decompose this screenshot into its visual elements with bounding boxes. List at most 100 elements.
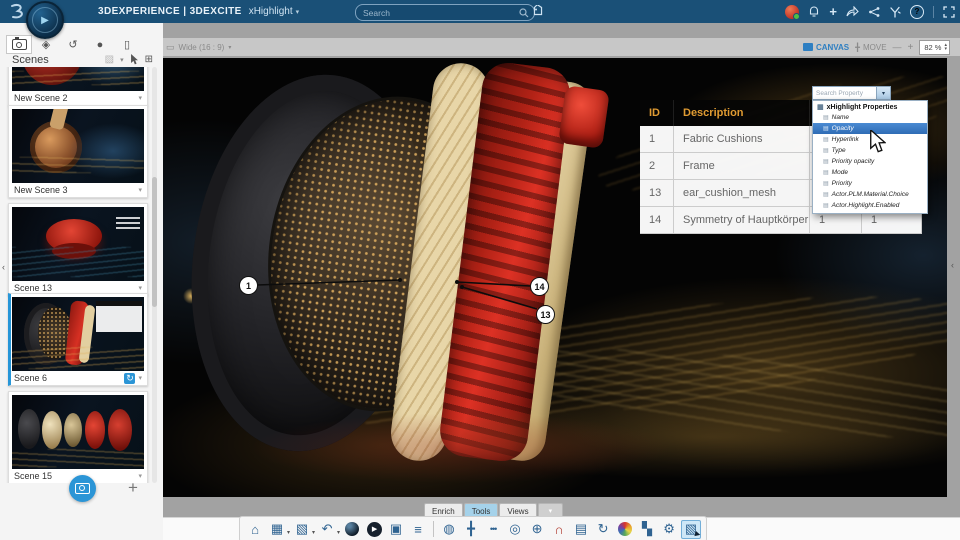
color-wheel-button[interactable] [615,520,635,539]
callout-hotspot[interactable]: 13 [536,305,555,324]
search-icon[interactable] [519,7,529,18]
scene-card-selected[interactable]: Scene 6 ↻ ▾ [8,293,148,386]
swym-community-icon[interactable] [889,6,901,18]
scene-label-row[interactable]: New Scene 2 ▾ [12,91,144,105]
grid-view-icon[interactable]: ⊞ [145,54,153,65]
list-properties-button[interactable]: ≡ [408,520,428,539]
help-icon[interactable]: ? [910,4,924,19]
undo-button[interactable]: ↶ [317,520,337,539]
brand-title: 3DEXPERIENCE | 3DEXCITE [98,6,242,17]
dropdown-item[interactable]: ▤ Mode [813,167,927,178]
property-icon: ▤ [823,159,829,165]
flag-icon: ▯ [123,39,131,51]
export-menu-caret[interactable]: ▾ [312,529,315,536]
scene-card[interactable]: Scene 15 ▾ [8,391,148,483]
callout-hotspot[interactable]: 14 [530,277,549,296]
compass-logo[interactable]: ▶ [26,1,64,39]
zoom-level-spinner[interactable]: 82 % ▴ ▾ [919,39,950,55]
select-highlight-tool-button[interactable]: ▧ ▶ [681,519,702,539]
add-content-button[interactable]: + [829,5,837,18]
user-avatar[interactable] [785,4,801,20]
rotate-object-button[interactable]: ↻ [593,520,613,539]
tab-scenes-camera[interactable] [6,35,32,54]
manipulator-button[interactable]: ╋ [461,520,481,539]
scenes-scrollbar[interactable] [152,67,157,483]
scene-card[interactable]: New Scene 3 ▾ [8,105,148,198]
dropdown-item[interactable]: ▤ Priority opacity [813,156,927,167]
share-forward-icon[interactable] [846,6,859,17]
callout-number: 14 [534,281,545,292]
chevron-down-icon[interactable]: ▾ [138,94,142,102]
undo-menu-caret[interactable]: ▾ [337,529,340,536]
fullscreen-icon[interactable] [943,5,955,18]
aspect-ratio-control[interactable]: ▭ Wide (16 : 9) ▾ [166,42,231,53]
home-button[interactable]: ⌂ [245,520,265,539]
dropdown-item[interactable]: ▤ Actor.PLM.Material.Choice [813,189,927,200]
zoom-in-button[interactable]: + [908,42,914,53]
move-tool-button[interactable]: ╋ MOVE [855,43,886,52]
cell-description: ear_cushion_mesh [674,180,810,207]
image-placeholder-icon[interactable]: ▨ [105,54,114,65]
callout-number: 1 [245,280,251,291]
render-sphere-button[interactable] [342,520,362,539]
grid-plane-button[interactable]: ▤ [571,520,591,539]
collapse-right-chevron[interactable]: ‹ [951,260,954,270]
spinner-arrows[interactable]: ▴ ▾ [944,43,947,52]
capture-scene-button[interactable] [69,475,96,502]
refresh-icon[interactable]: ↻ [124,372,136,384]
property-search-input[interactable] [813,87,876,99]
scene-thumbnail[interactable] [12,67,144,91]
notifications-bell-icon[interactable] [808,5,820,18]
chevron-down-icon[interactable]: ▾ [120,56,124,64]
export-3d-button[interactable]: ▧ [292,520,312,539]
chevron-down-icon[interactable]: ▾ [138,374,142,382]
scene-card[interactable]: New Scene 2 ▾ [8,67,148,106]
search-input[interactable] [361,6,519,19]
dropdown-item[interactable]: ▤ Name [813,112,927,123]
save-button[interactable]: ▦ [267,520,287,539]
tab-storyboard[interactable]: ▯ [114,35,140,54]
settings-tool-button[interactable]: ⚙ [659,520,679,539]
dropdown-item[interactable]: ▤ Actor.Highlight.Enabled [813,200,927,211]
collapse-left-chevron[interactable]: ‹ [2,262,5,272]
spin-down-icon[interactable]: ▾ [944,47,947,52]
dropdown-item[interactable]: ▤ Priority [813,178,927,189]
tab-history[interactable]: ↺ [60,35,86,54]
scene-name: Scene 13 [14,283,53,293]
scene-thumbnail[interactable] [12,395,144,469]
scrollbar-thumb[interactable] [152,177,157,307]
scene-card[interactable]: Scene 13 ▾ [8,203,148,296]
scenes-sidebar: ◈ ↺ ● ▯ Scenes ▨ ▾ ⊞ New Scene 2 ▾ New S… [0,23,163,540]
target-button[interactable]: ◎ [505,520,525,539]
app-switcher[interactable]: xHighlight ▾ [249,6,299,17]
tab-environment[interactable]: ● [87,35,113,54]
save-menu-caret[interactable]: ▾ [287,529,290,536]
share-nodes-icon[interactable] [868,6,880,18]
chevron-down-icon[interactable]: ▾ [138,472,142,480]
scene-thumbnail[interactable] [12,207,144,281]
more-options-button[interactable]: ••• [483,520,503,539]
canvas-mode-button[interactable]: CANVAS [802,43,849,52]
scene-label-row[interactable]: New Scene 3 ▾ [12,183,144,197]
image-export-button[interactable]: ▣ [386,520,406,539]
play-button[interactable]: ▶ [364,520,384,539]
render-canvas[interactable]: 1 14 13 ID Description 1 Fabric Cushions… [163,58,947,497]
add-scene-button[interactable]: + [128,478,138,498]
chevron-down-icon[interactable]: ▾ [138,284,142,292]
select-cursor-icon[interactable] [130,54,139,65]
callout-hotspot[interactable]: 1 [239,276,258,295]
scene-thumbnail[interactable] [12,297,144,371]
material-picker-button[interactable]: ◍ [439,520,459,539]
chevron-down-icon[interactable]: ▾ [138,186,142,194]
header-divider [933,5,934,18]
globe-button[interactable]: ⊕ [527,520,547,539]
magnet-button[interactable]: ∩ [549,520,569,539]
dropdown-button[interactable]: ▾ [876,87,890,99]
tag-icon[interactable] [531,5,544,18]
scene-label-row[interactable]: Scene 6 ↻ ▾ [12,371,144,385]
scene-thumbnail[interactable] [12,109,144,183]
chevron-down-icon: ▾ [295,8,300,16]
arrange-parts-button[interactable]: ▚ [637,520,657,539]
item-label: Hyperlink [831,136,859,143]
zoom-out-button[interactable]: — [893,42,902,52]
